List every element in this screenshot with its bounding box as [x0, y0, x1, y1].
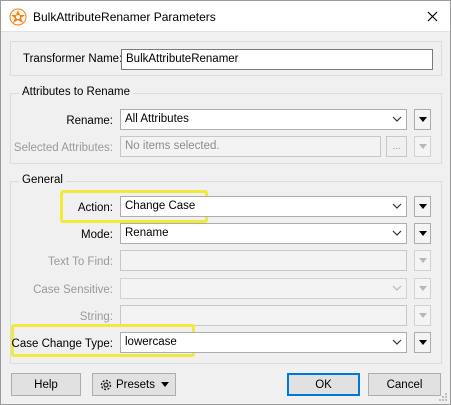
menu-arrow-icon [418, 258, 427, 263]
browse-attributes-button[interactable]: ... [386, 136, 407, 157]
attributes-group-title: Attributes to Rename [19, 86, 134, 98]
mode-dropdown[interactable]: Rename [120, 223, 407, 244]
mode-label: Mode: [81, 229, 113, 241]
transformer-name-label: Transformer Name: [23, 53, 123, 65]
text-to-find-field[interactable] [120, 250, 407, 271]
case-change-type-label: Case Change Type: [11, 338, 113, 350]
action-options-button[interactable] [414, 196, 431, 217]
general-group-title: General [19, 174, 66, 186]
string-options-button[interactable] [414, 305, 431, 326]
ok-button-label: OK [315, 378, 332, 391]
string-label: String: [79, 311, 113, 323]
resize-grip-icon[interactable] [438, 392, 448, 402]
selected-attributes-label: Selected Attributes: [13, 142, 113, 154]
window-title: BulkAttributeRenamer Parameters [33, 10, 216, 24]
title-bar: BulkAttributeRenamer Parameters [1, 1, 450, 32]
rename-dropdown[interactable]: All Attributes [120, 109, 407, 130]
transformer-name-section: Transformer Name: BulkAttributeRenamer [10, 41, 442, 76]
text-to-find-label: Text To Find: [48, 256, 113, 268]
action-dropdown[interactable]: Change Case [120, 196, 407, 217]
dropdown-arrow-icon [161, 382, 169, 387]
menu-arrow-icon [418, 313, 427, 318]
rename-value: All Attributes [125, 113, 189, 125]
menu-arrow-icon [418, 144, 427, 149]
presets-button[interactable]: Presets [92, 373, 176, 396]
case-sensitive-options-button[interactable] [414, 278, 431, 299]
case-change-type-dropdown[interactable]: lowercase [120, 332, 407, 353]
fme-app-icon [9, 8, 27, 26]
chevron-down-icon [392, 203, 402, 209]
transformer-name-field[interactable]: BulkAttributeRenamer [121, 49, 433, 70]
close-button[interactable] [418, 3, 446, 29]
cancel-button[interactable]: Cancel [368, 373, 441, 396]
ok-button[interactable]: OK [287, 373, 360, 396]
text-to-find-options-button[interactable] [414, 250, 431, 271]
string-field[interactable] [120, 305, 407, 326]
cancel-button-label: Cancel [386, 378, 423, 391]
case-sensitive-label: Case Sensitive: [33, 284, 113, 296]
rename-label: Rename: [66, 115, 113, 127]
chevron-down-icon [392, 116, 402, 122]
rename-options-button[interactable] [414, 109, 431, 130]
menu-arrow-icon [418, 231, 427, 236]
help-button-label: Help [34, 378, 58, 391]
action-value: Change Case [125, 200, 196, 212]
mode-options-button[interactable] [414, 223, 431, 244]
chevron-down-icon [392, 285, 402, 291]
menu-arrow-icon [418, 340, 427, 345]
selected-attributes-field[interactable]: No items selected. [120, 136, 381, 157]
case-change-type-options-button[interactable] [414, 332, 431, 353]
selected-attributes-options-button[interactable] [414, 136, 431, 157]
action-label: Action: [77, 202, 113, 214]
close-icon [427, 11, 437, 21]
chevron-down-icon [392, 339, 402, 345]
presets-button-label: Presets [116, 378, 155, 391]
case-sensitive-dropdown[interactable] [120, 278, 407, 299]
menu-arrow-icon [418, 204, 427, 209]
gear-icon [100, 379, 112, 390]
case-change-type-value: lowercase [125, 336, 177, 348]
menu-arrow-icon [418, 286, 427, 291]
dialog-window: BulkAttributeRenamer Parameters Transfor… [0, 0, 451, 405]
help-button[interactable]: Help [11, 373, 81, 396]
mode-value: Rename [125, 227, 169, 239]
menu-arrow-icon [418, 117, 427, 122]
chevron-down-icon [392, 230, 402, 236]
